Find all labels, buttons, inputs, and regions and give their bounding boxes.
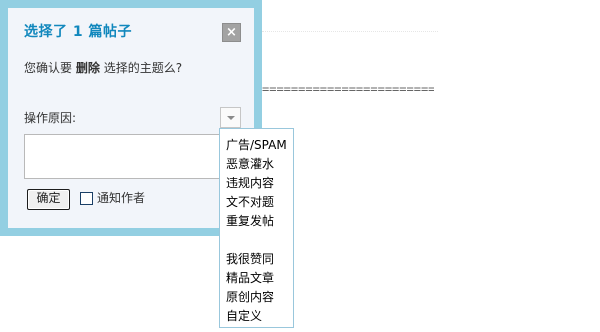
- close-button[interactable]: ×: [222, 23, 241, 42]
- dialog-body: 选择了 1 篇帖子 × 您确认要 删除 选择的主题么? 操作原因: 确定 通知作…: [8, 8, 254, 228]
- notify-author-label[interactable]: 通知作者: [97, 191, 145, 206]
- confirm-prefix: 您确认要: [24, 61, 73, 75]
- reason-option-flood[interactable]: 恶意灌水: [226, 155, 293, 174]
- background-dash-line: ========================: [262, 82, 434, 96]
- notify-author-checkbox[interactable]: [80, 192, 93, 205]
- reason-option-duplicate[interactable]: 重复发帖: [226, 212, 293, 231]
- confirm-suffix: 选择的主题么?: [103, 61, 183, 75]
- reason-option-featured[interactable]: 精品文章: [226, 269, 293, 288]
- dialog-title: 选择了 1 篇帖子: [24, 24, 132, 40]
- confirm-action: 删除: [75, 61, 100, 75]
- background-divider: [262, 31, 438, 32]
- chevron-down-icon: [227, 116, 235, 120]
- reason-dropdown-menu: 广告/SPAM 恶意灌水 违规内容 文不对题 重复发帖 我很赞同 精品文章 原创…: [219, 128, 294, 328]
- reason-dropdown-toggle[interactable]: [220, 107, 241, 128]
- reason-option-spam[interactable]: 广告/SPAM: [226, 136, 293, 155]
- reason-option-violation[interactable]: 违规内容: [226, 174, 293, 193]
- reason-option-agree[interactable]: 我很赞同: [226, 250, 293, 269]
- close-icon: ×: [226, 25, 237, 40]
- ok-button[interactable]: 确定: [27, 189, 70, 210]
- reason-option-off-topic[interactable]: 文不对题: [226, 193, 293, 212]
- reason-textarea[interactable]: [24, 134, 241, 179]
- reason-option-separator: [226, 231, 293, 250]
- reason-label: 操作原因:: [24, 111, 77, 125]
- reason-option-original[interactable]: 原创内容: [226, 288, 293, 307]
- reason-option-custom[interactable]: 自定义: [226, 307, 293, 326]
- confirm-message: 您确认要 删除 选择的主题么?: [24, 60, 182, 76]
